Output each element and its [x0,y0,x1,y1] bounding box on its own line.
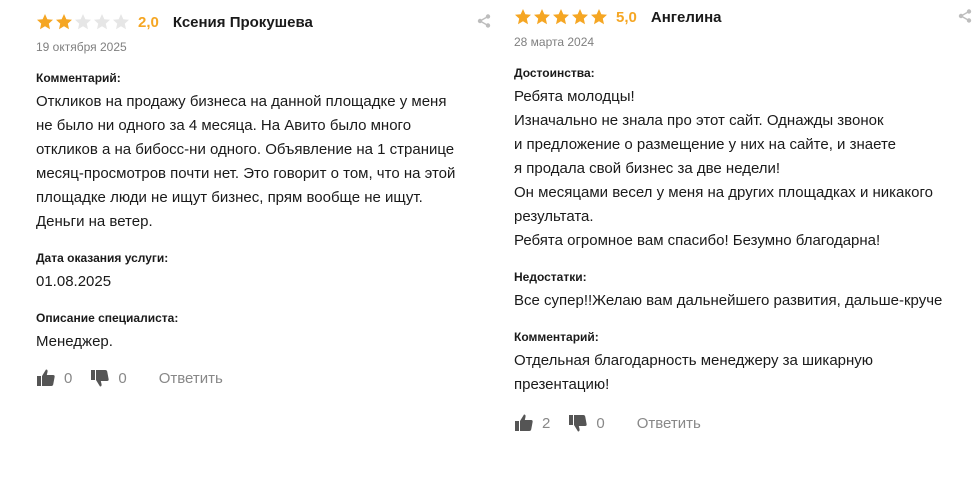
rating-value: 5,0 [616,8,637,26]
star-filled-icon [591,9,607,25]
dislike-count: 0 [596,414,605,432]
review-actions: 2 0 Ответить [514,413,973,433]
share-icon[interactable] [476,13,492,29]
thumbs-down-icon [569,415,588,432]
section-label: Комментарий: [36,71,121,85]
star-empty-icon [94,14,110,30]
review-header: 5,0 Ангелина [514,6,973,28]
author-name: Ксения Прокушева [172,13,313,31]
review-date: 19 октября 2025 [36,40,127,54]
section-label: Недостатки: [514,270,587,284]
rating-stars [36,13,130,31]
author-name: Ангелина [650,8,722,26]
review-date: 28 марта 2024 [514,35,595,49]
reply-button[interactable]: Ответить [159,370,223,387]
star-filled-icon [56,14,72,30]
star-filled-icon [515,9,531,25]
dislike-button[interactable]: 0 [90,368,127,388]
reply-button[interactable]: Ответить [637,415,701,432]
star-filled-icon [534,9,550,25]
section-label: Комментарий: [514,330,599,344]
thumbs-up-icon [37,369,55,386]
star-empty-icon [75,14,91,30]
like-count: 0 [64,369,73,387]
share-icon[interactable] [957,8,973,24]
rating-stars [514,8,608,26]
section-label: Описание специалиста: [36,311,179,325]
star-filled-icon [572,9,588,25]
section-text: 01.08.2025 [36,273,112,290]
like-button[interactable]: 0 [36,368,72,388]
section-text: Все супер!!Желаю вам дальнейшего развити… [514,292,943,309]
like-button[interactable]: 2 [514,413,550,433]
dislike-count: 0 [118,369,127,387]
star-filled-icon [553,9,569,25]
section-text: Откликов на продажу бизнеса на данной пл… [36,93,456,230]
section-text: Менеджер. [36,333,113,350]
section-label: Дата оказания услуги: [36,251,169,265]
section-label: Достоинства: [514,66,595,80]
section-text: Отдельная благодарность менеджеру за шик… [514,352,874,393]
section-text: Ребята молодцы! Изначально не знала про … [514,88,933,249]
review-card: 5,0 Ангелина 28 марта 2024 Достоинства: … [514,0,973,433]
review-card: 2,0 Ксения Прокушева 19 октября 2025 Ком… [36,0,496,388]
star-filled-icon [37,14,53,30]
thumbs-up-icon [515,414,533,431]
thumbs-down-icon [91,370,110,387]
dislike-button[interactable]: 0 [568,413,605,433]
like-count: 2 [542,414,551,432]
review-actions: 0 0 Ответить [36,368,496,388]
review-header: 2,0 Ксения Прокушева [36,11,496,33]
star-empty-icon [113,14,129,30]
rating-value: 2,0 [138,13,159,31]
